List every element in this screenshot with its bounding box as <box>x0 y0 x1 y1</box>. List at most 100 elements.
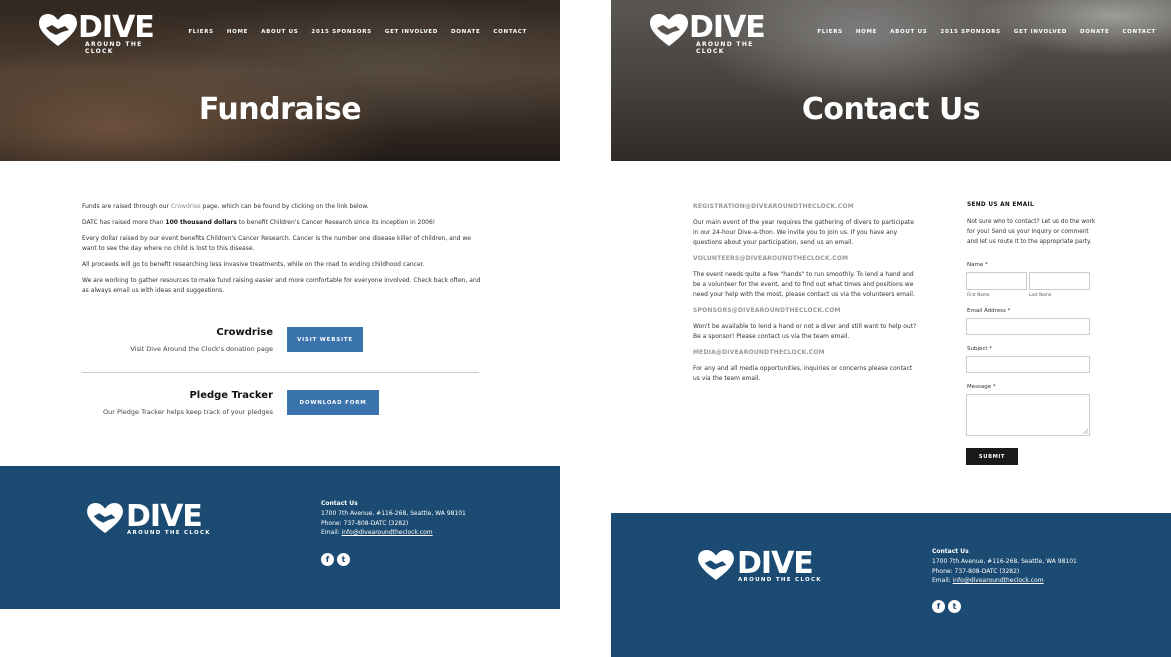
brand-tagline: AROUND THE CLOCK <box>738 577 822 583</box>
subject-label: Subject * <box>967 346 993 352</box>
footer-phone: Phone: 737-808-DATC (3282) <box>932 567 1020 575</box>
brand-tagline: AROUND THE CLOCK <box>127 530 211 536</box>
email-label: Email Address * <box>967 308 1011 314</box>
pledge-tracker-description: Our Pledge Tracker helps keep track of y… <box>103 408 273 416</box>
footer-address: 1700 7th Avenue, #116-268, Seattle, WA 9… <box>932 557 1077 565</box>
heart-diver-logo-icon <box>87 502 123 534</box>
message-field[interactable] <box>966 394 1090 436</box>
nav-donate[interactable]: DONATE <box>451 29 480 35</box>
brand-tagline: AROUND THE CLOCK <box>85 41 143 55</box>
nav-get-involved[interactable]: GET INVOLVED <box>1014 29 1067 35</box>
footer-logo[interactable]: DIVE AROUND THE CLOCK <box>697 547 827 587</box>
nav-fliers[interactable]: FLIERS <box>817 29 842 35</box>
contact-form: SEND US AN EMAIL Not sure who to contact… <box>967 202 1097 247</box>
brand-word: DIVE <box>689 10 766 45</box>
brand-logo[interactable]: DIVE AROUND THE CLOCK <box>649 10 779 55</box>
crowdrise-description: Visit Dive Around the Clock's donation p… <box>130 345 273 353</box>
message-label: Message * <box>967 384 996 390</box>
footer-email-line: Email: info@divearoundtheclock.com <box>321 528 466 538</box>
paragraph: Funds are raised through our Crowdrise p… <box>82 202 482 212</box>
footer-contact-info: Contact Us 1700 7th Avenue, #116-268, Se… <box>932 547 1077 586</box>
crowdrise-link[interactable]: Crowdrise <box>171 203 201 210</box>
amount-raised: 100 thousand dollars <box>165 219 237 226</box>
registration-email-link[interactable]: REGISTRATION@DIVEAROUNDTHECLOCK.COM <box>693 202 921 212</box>
brand-word: DIVE <box>78 10 155 45</box>
text: DATC has raised more than <box>82 219 166 226</box>
crowdrise-cta: Crowdrise Visit Dive Around the Clock's … <box>82 327 480 367</box>
brand-logo[interactable]: DIVE AROUND THE CLOCK <box>38 10 168 55</box>
email-prefix: Email: <box>321 529 342 537</box>
email-field[interactable] <box>966 318 1090 335</box>
brand-word: DIVE <box>126 499 203 534</box>
visit-website-button[interactable]: VISIT WEBSITE <box>287 327 363 352</box>
text: page, which can be found by clicking on … <box>200 203 369 210</box>
footer-email-line: Email: info@divearoundtheclock.com <box>932 576 1077 586</box>
facebook-icon[interactable]: f <box>932 600 945 613</box>
nav-get-involved[interactable]: GET INVOLVED <box>385 29 438 35</box>
social-links: f t <box>321 553 350 566</box>
form-intro: Not sure who to contact? Let us do the w… <box>967 219 1096 245</box>
social-links: f t <box>932 600 961 613</box>
nav-home[interactable]: HOME <box>856 29 877 35</box>
main-nav: FLIERS HOME ABOUT US 2015 SPONSORS GET I… <box>188 29 527 35</box>
nav-donate[interactable]: DONATE <box>1080 29 1109 35</box>
heart-diver-logo-icon <box>39 14 77 46</box>
nav-2015-sponsors[interactable]: 2015 SPONSORS <box>940 29 1000 35</box>
divider <box>82 372 479 373</box>
footer-logo[interactable]: DIVE AROUND THE CLOCK <box>86 499 216 540</box>
email-prefix: Email: <box>932 577 953 585</box>
registration-text: Our main event of the year requires the … <box>693 219 914 246</box>
paragraph: We are working to gather resources to ma… <box>82 277 481 294</box>
nav-about-us[interactable]: ABOUT US <box>890 29 927 35</box>
volunteers-text: The event needs quite a few "hands" to r… <box>693 271 915 298</box>
first-name-sublabel: First Name <box>967 292 990 297</box>
heart-diver-logo-icon <box>650 14 688 46</box>
media-email-link[interactable]: MEDIA@DIVEAROUNDTHECLOCK.COM <box>693 348 921 358</box>
footer-contact-info: Contact Us 1700 7th Avenue, #116-268, Se… <box>321 499 466 538</box>
text: to benefit Children's Cancer Research si… <box>236 219 436 226</box>
paragraph: Every dollar raised by our event benefit… <box>82 235 471 252</box>
page-title: Contact Us <box>801 92 981 127</box>
nav-contact[interactable]: CONTACT <box>1122 29 1156 35</box>
pledge-tracker-cta: Pledge Tracker Our Pledge Tracker helps … <box>82 390 480 430</box>
pledge-tracker-label: Pledge Tracker <box>189 390 273 401</box>
facebook-icon[interactable]: f <box>321 553 334 566</box>
submit-button[interactable]: SUBMIT <box>966 448 1018 465</box>
download-form-button[interactable]: DOWNLOAD FORM <box>287 390 379 415</box>
fundraise-hero: DIVE AROUND THE CLOCK FLIERS HOME ABOUT … <box>0 0 560 161</box>
form-title: SEND US AN EMAIL <box>967 202 1034 208</box>
contact-hero: DIVE AROUND THE CLOCK FLIERS HOME ABOUT … <box>611 0 1171 161</box>
sponsors-email-link[interactable]: SPONSORS@DIVEAROUNDTHECLOCK.COM <box>693 306 921 316</box>
twitter-icon[interactable]: t <box>948 600 961 613</box>
first-name-field[interactable] <box>966 272 1027 290</box>
fundraise-page: DIVE AROUND THE CLOCK FLIERS HOME ABOUT … <box>0 0 560 657</box>
footer-heading: Contact Us <box>932 548 969 555</box>
fundraise-content: Funds are raised through our Crowdrise p… <box>82 202 482 302</box>
last-name-sublabel: Last Name <box>1029 292 1052 297</box>
resize-handle-icon[interactable] <box>1083 429 1088 434</box>
crowdrise-label: Crowdrise <box>216 327 273 338</box>
footer-email-link[interactable]: info@divearoundtheclock.com <box>342 529 433 536</box>
sponsors-text: Won't be available to lend a hand or not… <box>693 323 917 340</box>
site-footer: DIVE AROUND THE CLOCK Contact Us 1700 7t… <box>0 466 560 609</box>
twitter-icon[interactable]: t <box>337 553 350 566</box>
nav-contact[interactable]: CONTACT <box>493 29 527 35</box>
media-text: For any and all media opportunities, inq… <box>693 365 913 382</box>
last-name-field[interactable] <box>1029 272 1090 290</box>
main-nav: FLIERS HOME ABOUT US 2015 SPONSORS GET I… <box>817 29 1156 35</box>
nav-about-us[interactable]: ABOUT US <box>261 29 298 35</box>
footer-email-link[interactable]: info@divearoundtheclock.com <box>953 577 1044 584</box>
page-title: Fundraise <box>198 92 362 127</box>
volunteers-email-link[interactable]: VOLUNTEERS@DIVEAROUNDTHECLOCK.COM <box>693 254 921 264</box>
subject-field[interactable] <box>966 356 1090 373</box>
contact-page: DIVE AROUND THE CLOCK FLIERS HOME ABOUT … <box>611 0 1171 657</box>
nav-home[interactable]: HOME <box>227 29 248 35</box>
text: Funds are raised through our <box>82 203 171 210</box>
heart-diver-logo-icon <box>698 549 734 581</box>
name-label: Name * <box>967 262 988 268</box>
paragraph: All proceeds will go to benefit research… <box>82 261 425 268</box>
brand-tagline: AROUND THE CLOCK <box>696 41 754 55</box>
nav-2015-sponsors[interactable]: 2015 SPONSORS <box>311 29 371 35</box>
nav-fliers[interactable]: FLIERS <box>188 29 213 35</box>
contact-emails: REGISTRATION@DIVEAROUNDTHECLOCK.COM Our … <box>693 202 921 390</box>
